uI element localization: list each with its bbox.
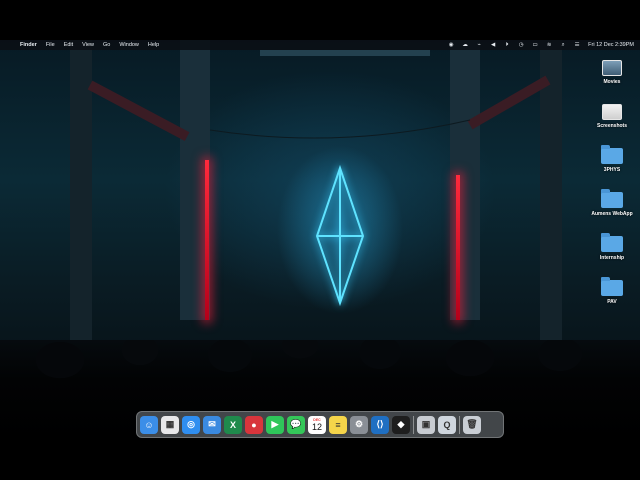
battery-icon[interactable]: ▭: [532, 42, 538, 48]
menu-bar: Finder File Edit View Go Window Help ◉ ☁…: [0, 40, 640, 50]
movies-thumbnail-icon: [602, 60, 622, 76]
wifi-icon[interactable]: ≋: [546, 42, 552, 48]
desktop-icon-screenshots[interactable]: Screenshots: [588, 100, 636, 144]
safari-icon[interactable]: ◎: [182, 415, 200, 434]
desktop-icon-movies[interactable]: Movies: [588, 56, 636, 100]
menu-file[interactable]: File: [46, 42, 55, 48]
desktop-icon-pav[interactable]: PAV: [588, 276, 636, 320]
figma-icon[interactable]: ◆: [392, 415, 410, 434]
record-icon[interactable]: ◉: [448, 42, 454, 48]
excel-icon[interactable]: X: [224, 415, 242, 434]
messages-icon[interactable]: 💬: [287, 415, 305, 434]
control-center-icon[interactable]: ☰: [574, 42, 580, 48]
desktop-icon-label: Internship: [599, 255, 625, 261]
dock: ☺ ▦ ◎ ✉ X ● ▶ 💬 DEC 12 ≡ ⚙ ⟨⟩ ◆ ▣ Q 🗑: [136, 411, 504, 438]
cloud-sync-icon[interactable]: ⌁: [476, 42, 482, 48]
menu-clock[interactable]: Fri 12 Dec 2:39PM: [588, 42, 634, 48]
desktop-icon-internship[interactable]: Internship: [588, 232, 636, 276]
preview-icon[interactable]: ▣: [417, 415, 435, 434]
desktop-icon-label: 3PHYS: [603, 167, 621, 173]
calendar-day: 12: [311, 421, 322, 432]
desktop-icon-label: PAV: [607, 299, 617, 305]
calendar-icon[interactable]: DEC 12: [308, 415, 326, 434]
letterbox-bottom: [0, 440, 640, 480]
desktop-icon-label: Movies: [603, 79, 621, 85]
menu-help[interactable]: Help: [148, 42, 159, 48]
launchpad-icon[interactable]: ▦: [161, 415, 179, 434]
desktop-icon-3phys[interactable]: 3PHYS: [588, 144, 636, 188]
folder-icon: [601, 189, 623, 208]
notes-icon[interactable]: ≡: [329, 415, 347, 434]
trash-icon[interactable]: 🗑: [463, 415, 481, 434]
creative-cloud-icon[interactable]: ☁: [462, 42, 468, 48]
vscode-icon[interactable]: ⟨⟩: [371, 415, 389, 434]
volume-icon[interactable]: ◀: [490, 42, 496, 48]
screenshots-thumbnail-icon: [602, 104, 622, 120]
mail-icon[interactable]: ✉: [203, 415, 221, 434]
menu-edit[interactable]: Edit: [64, 42, 73, 48]
photo-booth-icon[interactable]: ●: [245, 415, 263, 434]
folder-icon: [601, 233, 623, 252]
system-settings-icon[interactable]: ⚙: [350, 415, 368, 434]
folder-icon: [601, 277, 623, 296]
timer-icon[interactable]: ◷: [518, 42, 524, 48]
play-icon[interactable]: ⏵: [504, 42, 510, 48]
finder-icon[interactable]: ☺: [140, 415, 158, 434]
quicktime-icon[interactable]: Q: [438, 415, 456, 434]
menu-app-name[interactable]: Finder: [20, 42, 37, 48]
menu-view[interactable]: View: [82, 42, 94, 48]
desktop-icon-label: Screenshots: [596, 123, 627, 129]
facetime-icon[interactable]: ▶: [266, 415, 284, 434]
folder-icon: [601, 145, 623, 164]
desktop-wallpaper: [0, 40, 640, 440]
desktop-icon-label: Aumens WebApp: [591, 211, 633, 217]
menu-go[interactable]: Go: [103, 42, 110, 48]
letterbox-top: [0, 0, 640, 40]
desktop-icon-column: Movies Screenshots 3PHYS Aumens WebApp I…: [588, 56, 636, 320]
menu-window[interactable]: Window: [119, 42, 139, 48]
dock-separator: [413, 415, 414, 434]
search-icon[interactable]: ⌕: [560, 42, 566, 48]
dock-separator: [459, 415, 460, 434]
desktop-icon-aumens-webapp[interactable]: Aumens WebApp: [588, 188, 636, 232]
